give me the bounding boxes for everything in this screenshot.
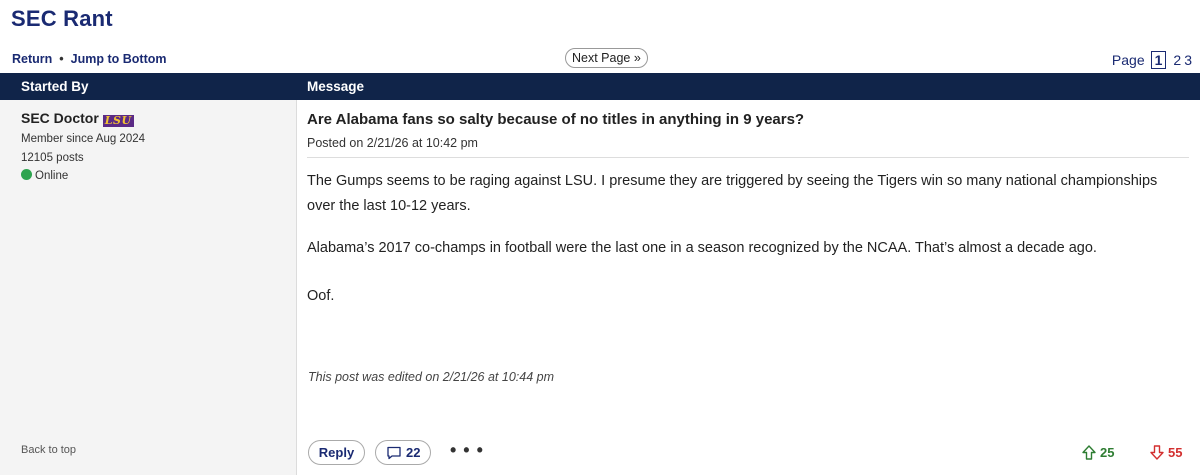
more-options-button[interactable]: • • • xyxy=(450,440,484,461)
back-to-top-link[interactable]: Back to top xyxy=(21,444,76,456)
upvote-button[interactable]: 25 xyxy=(1082,445,1114,460)
author-name[interactable]: SEC Doctor xyxy=(21,110,99,126)
thread-nav-links: Return • Jump to Bottom xyxy=(12,52,167,66)
post-paragraph: Alabama’s 2017 co-champs in football wer… xyxy=(307,240,1097,256)
online-status-icon xyxy=(21,169,32,180)
thumbs-down-arrow-icon xyxy=(1150,445,1164,460)
started-by-header: Started By xyxy=(21,79,89,94)
post-paragraph: Oof. xyxy=(307,288,335,304)
page-link-2[interactable]: 2 xyxy=(1173,52,1181,68)
nav-separator: • xyxy=(59,52,64,66)
comments-button[interactable]: 22 xyxy=(375,440,431,465)
comment-bubble-icon xyxy=(387,446,401,460)
downvote-count: 55 xyxy=(1168,445,1183,460)
jump-to-bottom-link[interactable]: Jump to Bottom xyxy=(71,52,167,66)
thumbs-up-arrow-icon xyxy=(1082,445,1096,460)
lsu-logo: LSU xyxy=(102,114,134,127)
thread-header-bar: Started By Message xyxy=(0,73,1200,100)
page-label: Page xyxy=(1111,52,1145,68)
downvote-button[interactable]: 55 xyxy=(1150,445,1182,460)
post-timestamp: Posted on 2/21/26 at 10:42 pm xyxy=(307,136,478,150)
online-status: Online xyxy=(21,169,68,182)
board-title[interactable]: SEC Rant xyxy=(11,6,113,32)
reply-button[interactable]: Reply xyxy=(308,440,365,465)
post-subject: Are Alabama fans so salty because of no … xyxy=(307,111,805,128)
current-page: 1 xyxy=(1150,51,1167,69)
thread-nav: Return • Jump to Bottom Next Page » Page 1 2… xyxy=(0,48,1200,70)
return-link[interactable]: Return xyxy=(12,52,52,66)
member-since: Member since Aug 2024 xyxy=(21,133,146,145)
post-divider xyxy=(307,157,1189,158)
post-paragraph: The Gumps seems to be raging against LSU… xyxy=(307,173,1158,214)
pagination: Page 1 2 3 xyxy=(1112,51,1192,69)
comment-count: 22 xyxy=(406,445,421,460)
page-link-3[interactable]: 3 xyxy=(1184,52,1192,68)
next-page-button[interactable]: Next Page » xyxy=(565,48,648,68)
edit-notice: This post was edited on 2/21/26 at 10:44… xyxy=(308,370,554,384)
post-count: 12105 posts xyxy=(21,152,84,164)
author-block: SEC Doctor LSU xyxy=(21,110,134,127)
message-header: Message xyxy=(307,79,365,94)
online-status-label: Online xyxy=(35,170,69,182)
upvote-count: 25 xyxy=(1100,445,1115,460)
author-panel: SEC Doctor LSU Member since Aug 2024 1210… xyxy=(0,100,297,475)
